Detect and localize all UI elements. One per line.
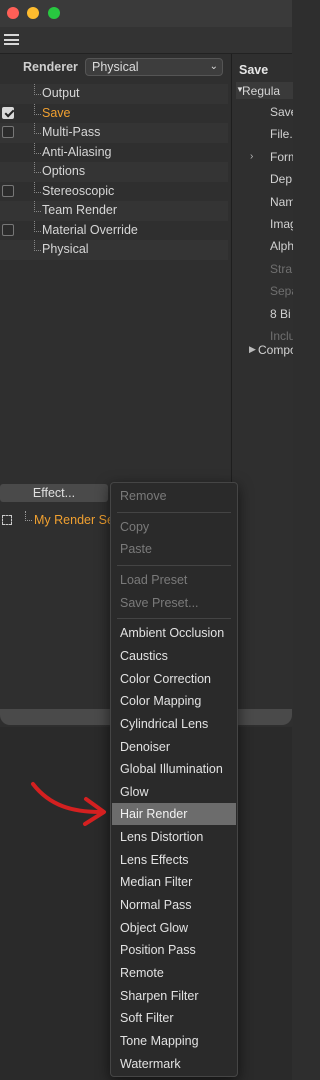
tree-item[interactable]: Team Render bbox=[0, 201, 228, 221]
menu-item: Remove bbox=[120, 489, 167, 503]
red-arrow-annotation bbox=[31, 782, 106, 826]
menu-bar bbox=[0, 27, 292, 54]
renderer-value: Physical bbox=[92, 60, 139, 74]
menu-item[interactable]: Remote bbox=[112, 962, 236, 984]
tree-connector bbox=[34, 220, 41, 232]
menu-item[interactable]: Ambient Occlusion bbox=[112, 622, 236, 644]
enable-checkbox[interactable] bbox=[2, 223, 14, 236]
section-header-regular[interactable]: ▼ Regula bbox=[236, 82, 293, 99]
tree-item-label: Multi-Pass bbox=[42, 125, 101, 139]
tree-connector bbox=[34, 162, 41, 173]
chevron-right-icon: › bbox=[250, 150, 254, 162]
menu-item[interactable]: Position Pass bbox=[112, 939, 236, 961]
menu-item[interactable]: Median Filter bbox=[112, 871, 236, 893]
setting-label: Stra bbox=[270, 261, 293, 276]
tree-item[interactable]: Multi-Pass bbox=[0, 123, 228, 143]
setting-label: Inclu bbox=[270, 329, 293, 343]
menu-item[interactable]: Color Mapping bbox=[112, 690, 236, 712]
section-label: Regula bbox=[242, 84, 281, 98]
tree-item-label: Save bbox=[42, 105, 71, 120]
tree-connector bbox=[34, 240, 41, 251]
tree-item[interactable]: Save bbox=[0, 103, 228, 124]
menu-item[interactable]: Lens Distortion bbox=[112, 826, 236, 848]
menu-item[interactable]: Glow bbox=[112, 781, 236, 803]
setting-label: Sepa bbox=[270, 284, 293, 299]
tree-item[interactable]: Material Override bbox=[0, 220, 228, 241]
render-setting-name[interactable]: My Render Se bbox=[34, 513, 114, 527]
renderer-label: Renderer bbox=[23, 60, 78, 74]
menu-item[interactable]: Sharpen Filter bbox=[112, 985, 236, 1007]
menu-item[interactable]: Soft Filter bbox=[112, 1007, 236, 1029]
tree-item[interactable]: Physical bbox=[0, 240, 228, 260]
renderer-select[interactable]: Physical ⌄ bbox=[85, 58, 223, 76]
panel-title: Save bbox=[239, 63, 269, 77]
menu-item[interactable]: Lens Effects bbox=[112, 849, 236, 871]
effect-button[interactable]: Effect... bbox=[0, 484, 108, 502]
menu-item[interactable]: Normal Pass bbox=[112, 894, 236, 916]
setting-label[interactable]: Imag bbox=[270, 217, 293, 231]
tree-item-label: Options bbox=[42, 164, 86, 178]
setting-label[interactable]: Save bbox=[270, 105, 293, 119]
tree-item[interactable]: Options bbox=[0, 162, 228, 182]
caret-right-icon: ▶ bbox=[249, 344, 256, 354]
tree-connector bbox=[34, 84, 41, 95]
compositing-section[interactable]: Compo bbox=[258, 343, 293, 357]
menu-separator bbox=[117, 511, 231, 513]
zoom-window-button[interactable] bbox=[48, 7, 60, 19]
tree-connector bbox=[25, 511, 32, 521]
chevron-down-icon: ⌄ bbox=[209, 61, 218, 72]
setting-label[interactable]: 8 Bi bbox=[270, 307, 291, 321]
menu-item[interactable]: Tone Mapping bbox=[112, 1030, 236, 1052]
tree-item-label: Anti-Aliasing bbox=[42, 144, 112, 159]
menu-separator bbox=[117, 564, 231, 566]
enable-checkbox[interactable] bbox=[2, 106, 14, 119]
menu-item: Paste bbox=[120, 542, 152, 557]
menu-item[interactable]: Hair Render bbox=[112, 803, 236, 826]
tree-connector bbox=[34, 142, 41, 154]
tree-item-label: Output bbox=[42, 86, 80, 100]
enable-checkbox[interactable] bbox=[2, 126, 14, 138]
save-settings-panel: Save ▼ Regula Save File. › Form Dep Nam Imag Al… bbox=[231, 54, 293, 726]
title-bar bbox=[0, 0, 292, 27]
setting-label[interactable]: Nam bbox=[270, 195, 293, 209]
menu-item[interactable]: Object Glow bbox=[112, 917, 236, 939]
menu-item[interactable]: Denoiser bbox=[112, 736, 236, 758]
menu-item[interactable]: Cylindrical Lens bbox=[112, 713, 236, 735]
setting-label[interactable]: Dep bbox=[270, 172, 292, 186]
tree-item[interactable]: Output bbox=[0, 84, 228, 104]
menu-item[interactable]: Caustics bbox=[112, 645, 236, 667]
menu-item: Load Preset bbox=[120, 572, 188, 587]
settings-tree: Output Save Multi-Pass Anti-Aliasing Options… bbox=[0, 84, 228, 260]
menu-item[interactable]: Color Correction bbox=[112, 668, 236, 690]
menu-item[interactable]: Global Illumination bbox=[112, 758, 236, 780]
tree-item[interactable]: Stereoscopic bbox=[0, 181, 228, 202]
tree-connector bbox=[34, 181, 41, 193]
tree-connector bbox=[34, 123, 41, 134]
setting-label[interactable]: Alph bbox=[270, 239, 293, 253]
tree-item-label: Material Override bbox=[42, 222, 138, 237]
enable-checkbox[interactable] bbox=[2, 184, 14, 197]
tree-connector bbox=[34, 103, 41, 115]
menu-item: Copy bbox=[120, 519, 150, 534]
menu-item: Save Preset... bbox=[120, 595, 199, 610]
menu-item[interactable]: Watermark bbox=[112, 1053, 236, 1075]
menu-separator bbox=[117, 618, 231, 620]
minimize-window-button[interactable] bbox=[27, 7, 39, 19]
tree-connector bbox=[34, 201, 41, 212]
hamburger-icon[interactable] bbox=[4, 34, 19, 45]
setting-label[interactable]: Form bbox=[270, 150, 293, 164]
setting-label[interactable]: File. bbox=[270, 127, 293, 141]
tree-item-label: Physical bbox=[42, 242, 89, 256]
tree-item[interactable]: Anti-Aliasing bbox=[0, 142, 228, 163]
render-setting-icon bbox=[2, 515, 12, 525]
arrow-shaft bbox=[31, 782, 102, 814]
effect-context-menu: Remove Copy Paste Load Preset Save Preset...… bbox=[110, 482, 238, 1077]
close-window-button[interactable] bbox=[7, 7, 19, 19]
tree-item-label: Team Render bbox=[42, 203, 118, 217]
tree-item-label: Stereoscopic bbox=[42, 183, 115, 198]
